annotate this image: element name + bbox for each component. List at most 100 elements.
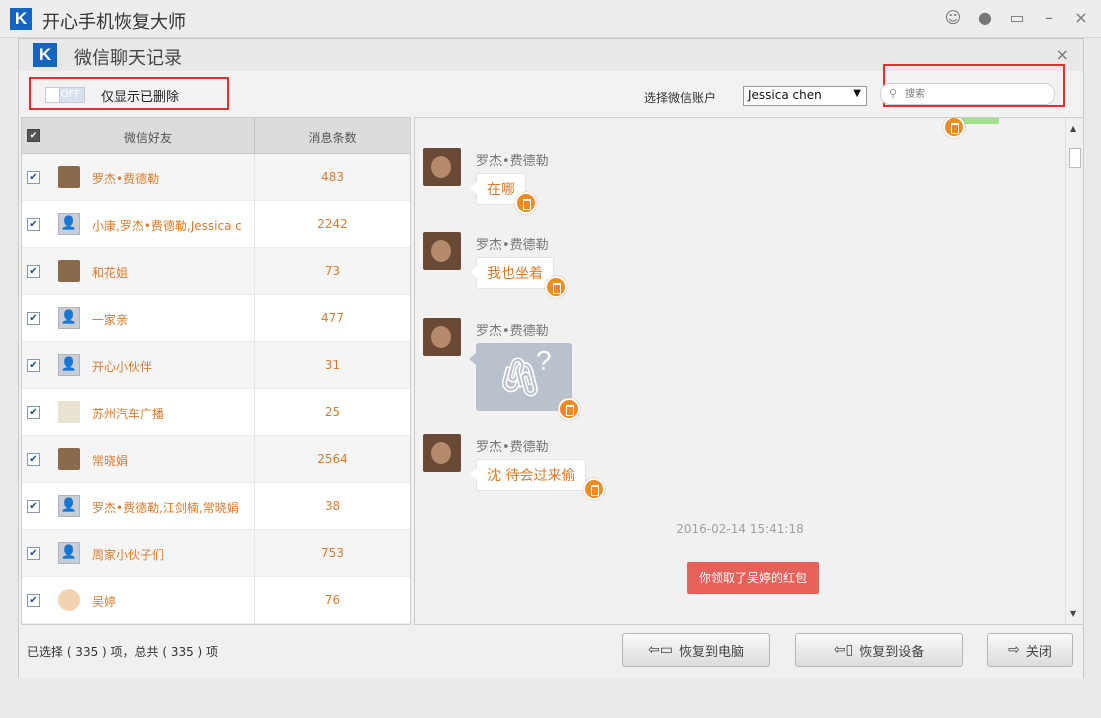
group-avatar-icon: 👤 — [58, 307, 80, 329]
message-count: 38 — [324, 499, 341, 513]
column-header-friend[interactable]: 微信好友 — [42, 129, 254, 146]
device-restore-icon: ⇦▯ — [833, 642, 854, 658]
toolbar: OFF 仅显示已删除 选择微信账户 Jessica chen ▼ ⚲ — [19, 64, 1083, 117]
deleted-marker-icon — [583, 478, 605, 500]
list-item[interactable]: ✔ 常晓娟 2564 — [22, 436, 410, 483]
row-checkbox[interactable]: ✔ — [27, 359, 40, 372]
dialog-logo: K — [33, 43, 57, 67]
avatar — [423, 148, 461, 186]
message-bubble: 沈 待会过来偷 — [469, 459, 587, 491]
deleted-marker-icon — [515, 192, 537, 214]
avatar — [58, 401, 80, 423]
deleted-marker-icon — [545, 276, 567, 298]
group-avatar-icon: 👤 — [58, 213, 80, 235]
account-select[interactable]: Jessica chen ▼ — [743, 86, 867, 106]
message-count: 25 — [324, 405, 341, 419]
contact-name: 周家小伙子们 — [92, 548, 165, 562]
group-avatar-icon: 👤 — [58, 354, 80, 376]
exit-icon: ⇨ — [1008, 642, 1020, 658]
restore-to-device-button[interactable]: ⇦▯ 恢复到设备 — [795, 633, 963, 667]
list-item[interactable]: ✔ 罗杰•费德勒 483 — [22, 154, 410, 201]
row-checkbox[interactable]: ✔ — [27, 453, 40, 466]
chat-scrollbar[interactable]: ▲ ▼ — [1065, 118, 1083, 624]
list-item[interactable]: ✔ 👤 罗杰•费德勒,江剑楠,常晓娟 38 — [22, 483, 410, 530]
column-header-count[interactable]: 消息条数 — [255, 129, 410, 146]
avatar — [58, 260, 80, 282]
computer-restore-icon: ⇦▭ — [648, 642, 673, 658]
avatar — [423, 434, 461, 472]
app-titlebar: K 开心手机恢复大师 ☺ ● ▭ – × — [0, 0, 1101, 38]
contact-name: 吴婷 — [92, 595, 117, 609]
message-sender: 罗杰•费德勒 — [476, 440, 549, 455]
window-controls: ☺ ● ▭ – × — [943, 8, 1091, 27]
list-item[interactable]: ✔ 👤 开心小伙伴 31 — [22, 342, 410, 389]
scroll-down-icon[interactable]: ▼ — [1070, 609, 1076, 618]
show-deleted-toggle[interactable]: OFF — [45, 87, 85, 103]
list-item[interactable]: ✔ 👤 周家小伙子们 753 — [22, 530, 410, 577]
scroll-up-icon[interactable]: ▲ — [1070, 124, 1076, 133]
minimize-button[interactable]: – — [1039, 8, 1059, 27]
avatar — [58, 166, 80, 188]
group-avatar-icon: 👤 — [58, 542, 80, 564]
dialog-title: 微信聊天记录 — [74, 48, 182, 69]
close-window-button[interactable]: × — [1071, 8, 1091, 27]
row-checkbox[interactable]: ✔ — [27, 218, 40, 231]
contact-name: 开心小伙伴 — [92, 360, 153, 374]
list-item[interactable]: ✔ 苏州汽车广播 25 — [22, 389, 410, 436]
select-all-checkbox[interactable]: ✔ — [27, 129, 40, 142]
contact-name: 罗杰•费德勒 — [92, 172, 160, 186]
account-label: 选择微信账户 — [644, 91, 717, 105]
list-item[interactable]: ✔ 👤 一家亲 477 — [22, 295, 410, 342]
wechat-history-dialog: K 微信聊天记录 × OFF 仅显示已删除 选择微信账户 Jessica che… — [18, 38, 1084, 679]
row-checkbox[interactable]: ✔ — [27, 406, 40, 419]
contact-name: 常晓娟 — [92, 454, 129, 468]
message-count: 31 — [324, 358, 341, 372]
message-count: 2242 — [317, 217, 348, 231]
app-title: 开心手机恢复大师 — [42, 12, 186, 33]
search-field[interactable]: ⚲ — [880, 83, 1055, 105]
selection-status: 已选择 ( 335 ) 项，总共 ( 335 ) 项 — [27, 645, 219, 659]
row-checkbox[interactable]: ✔ — [27, 594, 40, 607]
avatar — [423, 232, 461, 270]
question-mark-icon: ? — [536, 345, 552, 376]
dialog-close-icon[interactable]: × — [1056, 45, 1069, 64]
wechat-icon[interactable]: ☺ — [943, 8, 963, 27]
friend-list-rows: ✔ 罗杰•费德勒 483 ✔ 👤 小康,罗杰•费德勒,Jessica c 2242 ✔ 和花姐 7… — [22, 154, 410, 624]
row-checkbox[interactable]: ✔ — [27, 312, 40, 325]
close-button[interactable]: ⇨ 关闭 — [987, 633, 1073, 667]
show-deleted-label[interactable]: 仅显示已删除 — [101, 86, 179, 105]
list-item[interactable]: ✔ 👤 小康,罗杰•费德勒,Jessica c 2242 — [22, 201, 410, 248]
restore-to-pc-button[interactable]: ⇦▭ 恢复到电脑 — [622, 633, 770, 667]
file-attachment-bubble[interactable]: 🖇 ? — [469, 343, 572, 411]
avatar — [423, 318, 461, 356]
deleted-filter-highlight: OFF 仅显示已删除 — [29, 77, 229, 110]
scroll-thumb[interactable] — [1069, 148, 1081, 168]
contact-name: 一家亲 — [92, 313, 129, 327]
message-count: 477 — [321, 311, 344, 325]
list-item[interactable]: ✔ 和花姐 73 — [22, 248, 410, 295]
contact-name: 苏州汽车广播 — [92, 407, 165, 421]
restore-to-pc-label: 恢复到电脑 — [678, 644, 744, 660]
row-checkbox[interactable]: ✔ — [27, 265, 40, 278]
chat-icon[interactable]: ● — [975, 8, 995, 27]
feedback-icon[interactable]: ▭ — [1007, 8, 1027, 27]
toggle-knob — [46, 88, 60, 102]
message-count: 73 — [324, 264, 341, 278]
close-label: 关闭 — [1025, 644, 1052, 660]
footer-bar: 已选择 ( 335 ) 项，总共 ( 335 ) 项 ⇦▭ 恢复到电脑 ⇦▯ 恢… — [19, 625, 1083, 679]
message-count: 76 — [324, 593, 341, 607]
chat-panel: 罗杰•费德勒 在哪 罗杰•费德勒 我也坐着 罗杰•费德勒 🖇 ? 罗杰•费德勒 … — [414, 117, 1084, 625]
message-bubble: 我也坐着 — [470, 257, 554, 289]
contact-name: 和花姐 — [92, 266, 129, 280]
contact-name: 罗杰•费德勒,江剑楠,常晓娟 — [92, 501, 239, 515]
search-input[interactable] — [905, 86, 1045, 102]
row-checkbox[interactable]: ✔ — [27, 547, 40, 560]
row-checkbox[interactable]: ✔ — [27, 500, 40, 513]
chat-timestamp: 2016-02-14 15:41:18 — [676, 522, 804, 536]
avatar — [58, 589, 80, 611]
restore-to-device-label: 恢复到设备 — [859, 644, 925, 660]
row-checkbox[interactable]: ✔ — [27, 171, 40, 184]
list-item[interactable]: ✔ 吴婷 76 — [22, 577, 410, 624]
toggle-state-label: OFF — [60, 89, 80, 100]
dropdown-arrow-icon: ▼ — [853, 88, 861, 99]
